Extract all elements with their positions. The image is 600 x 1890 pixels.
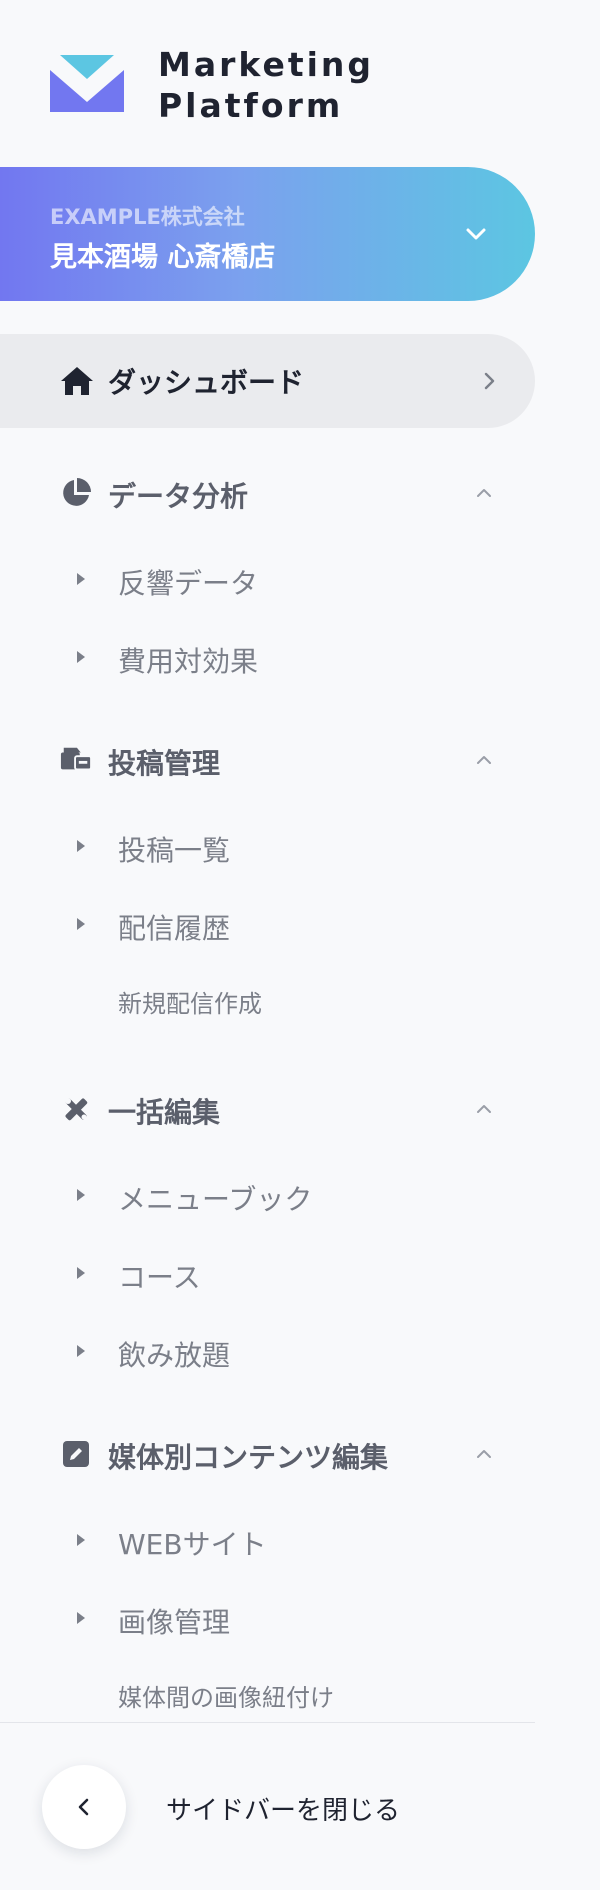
caret-right-icon xyxy=(77,573,85,585)
section-header-bulk-edit[interactable]: 一括編集 xyxy=(0,1079,535,1139)
caret-right-icon xyxy=(77,1345,85,1357)
caret-right-icon xyxy=(77,1612,85,1624)
nav-subitem-delivery-history[interactable]: 配信履歴 xyxy=(0,896,535,952)
nav-subitem-post-list[interactable]: 投稿一覧 xyxy=(0,818,535,874)
logo-text-line2: Platform xyxy=(158,86,344,125)
caret-right-icon xyxy=(77,1189,85,1201)
nav-subitem-all-you-can-drink[interactable]: 飲み放題 xyxy=(0,1323,535,1379)
section-label: 投稿管理 xyxy=(108,747,221,780)
chevron-up-icon xyxy=(477,489,491,497)
logo-text: Marketing Platform xyxy=(158,44,374,126)
nav-subitem-label: WEBサイト xyxy=(118,1528,267,1561)
nav-subitem-course[interactable]: コース xyxy=(0,1245,535,1301)
section-header-post-management[interactable]: 投稿管理 xyxy=(0,730,535,790)
nav-item-label: ダッシュボード xyxy=(108,366,305,399)
chevron-right-icon xyxy=(484,372,495,390)
chevron-down-icon xyxy=(466,228,486,240)
footer-divider xyxy=(0,1722,535,1723)
caret-right-icon xyxy=(77,651,85,663)
logo-text-line1: Marketing xyxy=(158,45,375,84)
nav-subitem-label: 新規配信作成 xyxy=(118,990,262,1018)
section-label: 一括編集 xyxy=(108,1096,221,1129)
home-icon xyxy=(61,367,93,395)
pie-chart-icon xyxy=(63,478,91,506)
caret-right-icon xyxy=(77,840,85,852)
section-header-media-content-edit[interactable]: 媒体別コンテンツ編集 xyxy=(0,1424,535,1484)
chevron-up-icon xyxy=(477,756,491,764)
store-selector[interactable]: EXAMPLE株式会社 見本酒場 心斎橋店 xyxy=(0,167,535,301)
caret-right-icon xyxy=(77,918,85,930)
nav-subitem-label: 反響データ xyxy=(118,567,259,600)
edit-square-icon xyxy=(63,1441,89,1467)
store-company: EXAMPLE株式会社 xyxy=(50,205,245,229)
section-label: 媒体別コンテンツ編集 xyxy=(108,1441,389,1474)
chevron-left-icon xyxy=(78,1798,89,1816)
store-name: 見本酒場 心斎橋店 xyxy=(50,242,276,273)
nav-subitem-label: コース xyxy=(118,1261,201,1294)
nav-subitem-label: 費用対効果 xyxy=(118,645,259,678)
nav-subitem-label: 投稿一覧 xyxy=(118,834,231,867)
section-label: データ分析 xyxy=(108,480,249,513)
caret-right-icon xyxy=(77,1267,85,1279)
section-header-data-analysis[interactable]: データ分析 xyxy=(0,463,535,523)
nav-subitem-label: 画像管理 xyxy=(118,1606,231,1639)
nav-subitem-image-linking[interactable]: 媒体間の画像紐付け xyxy=(0,1664,535,1720)
nav-subitem-website[interactable]: WEBサイト xyxy=(0,1512,535,1568)
nav-subitem-label: 配信履歴 xyxy=(118,912,231,945)
nav-subitem-label: 媒体間の画像紐付け xyxy=(118,1684,334,1712)
sidebar: Marketing Platform EXAMPLE株式会社 見本酒場 心斎橋店… xyxy=(0,0,600,1890)
nav-subitem-label: メニューブック xyxy=(118,1183,313,1216)
edit-tools-icon xyxy=(65,1098,88,1121)
close-sidebar-button[interactable] xyxy=(42,1765,126,1849)
nav-subitem-label: 飲み放題 xyxy=(118,1339,231,1372)
caret-right-icon xyxy=(77,1534,85,1546)
nav-item-dashboard[interactable]: ダッシュボード xyxy=(0,334,535,428)
post-management-icon xyxy=(60,747,92,771)
chevron-up-icon xyxy=(477,1105,491,1113)
nav-subitem-new-delivery[interactable]: 新規配信作成 xyxy=(0,970,535,1026)
nav-subitem-cost-effectiveness[interactable]: 費用対効果 xyxy=(0,629,535,685)
logo[interactable]: Marketing Platform xyxy=(48,45,371,125)
nav-subitem-response-data[interactable]: 反響データ xyxy=(0,551,535,607)
nav-subitem-menu-book[interactable]: メニューブック xyxy=(0,1167,535,1223)
close-sidebar-label[interactable]: サイドバーを閉じる xyxy=(166,1790,400,1827)
nav-subitem-image-management[interactable]: 画像管理 xyxy=(0,1590,535,1646)
logo-mark-icon xyxy=(50,55,124,112)
chevron-up-icon xyxy=(477,1450,491,1458)
